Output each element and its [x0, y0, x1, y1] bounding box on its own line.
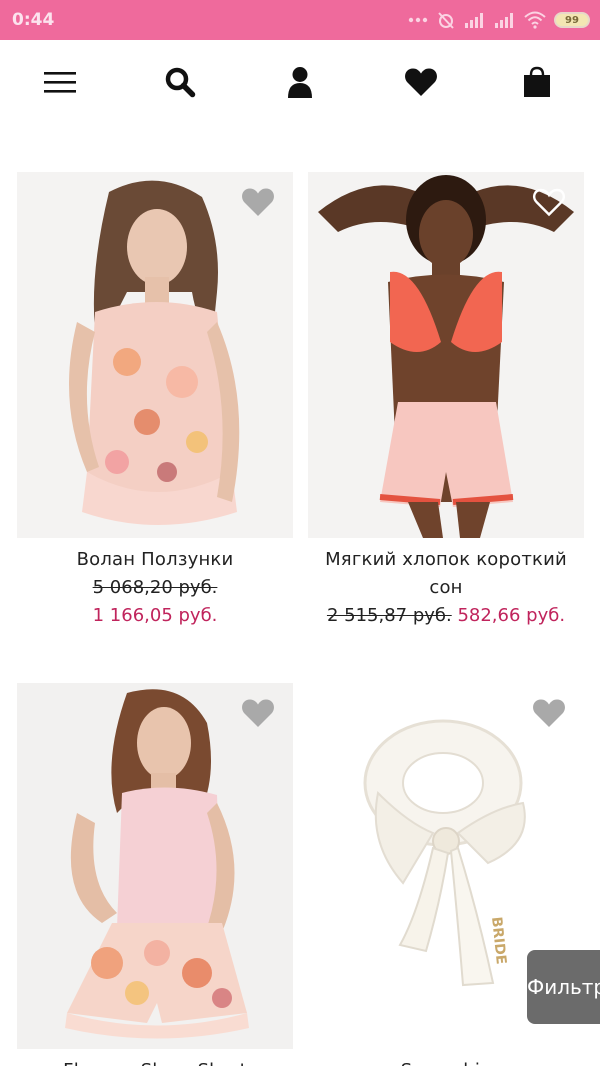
shopping-bag-icon: [524, 66, 550, 97]
old-price: 2 515,87 руб.: [326, 605, 452, 626]
account-icon: [288, 67, 312, 98]
wishlist-button[interactable]: [401, 62, 441, 102]
sale-price: 582,66 руб.: [457, 605, 566, 626]
product-title-line-1[interactable]: Мягкий хлопок короткий: [308, 546, 584, 574]
status-icons: 99: [408, 9, 590, 31]
product-card[interactable]: Волан Ползунки 5 068,20 руб. 1 166,05 ру…: [17, 172, 293, 642]
wifi-icon: [524, 11, 546, 29]
alarm-off-icon: [438, 12, 454, 29]
menu-button[interactable]: [40, 62, 80, 102]
heart-icon: [405, 68, 437, 96]
wishlist-heart-icon[interactable]: [532, 697, 566, 729]
product-image[interactable]: [308, 172, 584, 538]
old-price: 5 068,20 руб.: [92, 577, 218, 598]
filter-label: Фильтр: [527, 975, 600, 999]
status-bar: 0:44 99: [0, 0, 600, 40]
status-time: 0:44: [12, 10, 55, 30]
model-photo: [17, 683, 293, 1049]
price-line: 2 515,87 руб. 582,66 руб.: [308, 602, 584, 630]
signal-icon-2: [495, 13, 513, 28]
product-title-line-2[interactable]: сон: [308, 574, 584, 602]
search-icon: [165, 67, 196, 98]
cart-button[interactable]: [517, 62, 557, 102]
sale-price: 1 166,05 руб.: [92, 605, 218, 626]
product-image[interactable]: [17, 683, 293, 1049]
search-button[interactable]: [160, 62, 200, 102]
more-dots-icon: [408, 17, 428, 23]
menu-icon: [44, 72, 76, 93]
signal-icon: [465, 13, 483, 28]
battery-level: 99: [565, 14, 579, 26]
product-title[interactable]: Flounce Sleep Short: [17, 1057, 293, 1066]
model-photo: [17, 172, 293, 538]
battery-icon: 99: [554, 12, 590, 28]
new-price-line: 1 166,05 руб.: [17, 602, 293, 630]
filter-button[interactable]: Фильтр: [527, 950, 600, 1024]
product-card[interactable]: Flounce Sleep Short: [17, 683, 293, 1066]
product-image[interactable]: [17, 172, 293, 538]
wishlist-heart-icon[interactable]: [241, 186, 275, 218]
product-card[interactable]: Мягкий хлопок короткий сон 2 515,87 руб.…: [308, 172, 584, 642]
wishlist-heart-icon[interactable]: [241, 697, 275, 729]
old-price-line: 5 068,20 руб.: [17, 574, 293, 602]
top-nav-bar: [0, 40, 600, 128]
account-button[interactable]: [280, 62, 320, 102]
product-title[interactable]: Волан Ползунки: [17, 546, 293, 574]
product-title[interactable]: Scrunchie: [308, 1057, 584, 1066]
wishlist-heart-icon[interactable]: [532, 186, 566, 218]
model-photo: [308, 172, 584, 538]
